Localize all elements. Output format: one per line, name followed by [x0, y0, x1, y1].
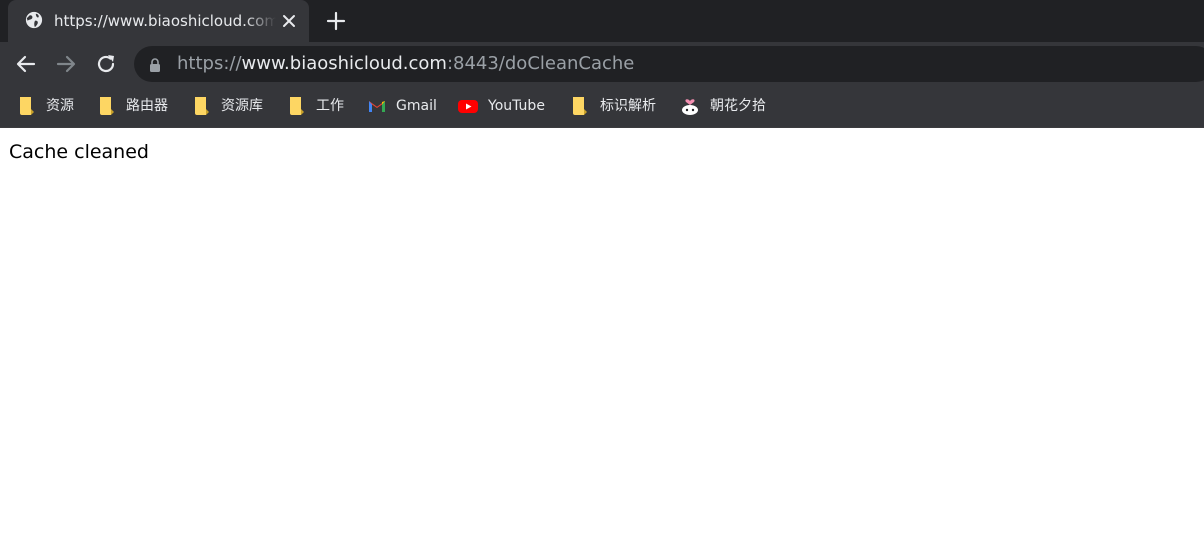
gmail-icon	[369, 101, 385, 112]
bookmarks-bar: 资源 路由器 资源库 工作 Gmail YouTube 标识解析 朝花夕拾	[0, 86, 1204, 128]
address-bar[interactable]: https://www.biaoshicloud.com:8443/doClea…	[134, 46, 1204, 82]
tab-strip: https://www.biaoshicloud.com/doCleanCach…	[0, 0, 1204, 42]
bookmark-label: 标识解析	[600, 98, 656, 114]
youtube-icon	[458, 100, 478, 113]
folder-icon	[100, 97, 114, 115]
bookmark-label: 路由器	[126, 98, 168, 114]
bookmark-label: YouTube	[488, 98, 545, 114]
cache-cleaned-message: Cache cleaned	[9, 141, 149, 163]
lock-icon[interactable]	[149, 58, 161, 72]
bookmark-label: 工作	[316, 98, 344, 114]
bookmark-folder-2[interactable]: 路由器	[97, 96, 175, 116]
folder-icon	[20, 97, 34, 115]
bookmark-gmail[interactable]: Gmail	[367, 96, 443, 116]
bookmark-zhaohuaxishi[interactable]: 朝花夕拾	[680, 96, 774, 116]
arrow-right-icon[interactable]	[54, 52, 78, 76]
url-path: :8443/doCleanCache	[446, 53, 635, 74]
url-text[interactable]: https://www.biaoshicloud.com:8443/doClea…	[177, 54, 634, 74]
folder-icon	[573, 97, 587, 115]
bookmark-label: 资源	[46, 98, 74, 114]
page-content: Cache cleaned	[0, 128, 1204, 176]
tab-title: https://www.biaoshicloud.com/doCleanCach…	[54, 12, 276, 30]
active-tab[interactable]: https://www.biaoshicloud.com/doCleanCach…	[8, 0, 309, 42]
plus-icon[interactable]	[324, 9, 348, 33]
browser-toolbar: https://www.biaoshicloud.com:8443/doClea…	[0, 42, 1204, 86]
globe-icon	[25, 11, 43, 29]
bookmark-label: 资源库	[221, 98, 263, 114]
bookmark-folder-4[interactable]: 工作	[287, 96, 349, 116]
bookmark-folder-1[interactable]: 资源	[17, 96, 79, 116]
bookmark-label: 朝花夕拾	[710, 98, 766, 114]
folder-icon	[195, 97, 209, 115]
bookmark-folder-5[interactable]: 标识解析	[570, 96, 664, 116]
arrow-left-icon[interactable]	[14, 52, 38, 76]
bookmark-youtube[interactable]: YouTube	[458, 96, 554, 116]
site-favicon-icon	[682, 99, 698, 115]
bookmark-label: Gmail	[396, 98, 437, 114]
url-host: www.biaoshicloud.com	[241, 53, 447, 74]
folder-icon	[290, 97, 304, 115]
url-scheme: https://	[177, 53, 242, 74]
reload-icon[interactable]	[94, 52, 118, 76]
bookmark-folder-3[interactable]: 资源库	[192, 96, 270, 116]
close-icon[interactable]	[279, 11, 299, 31]
